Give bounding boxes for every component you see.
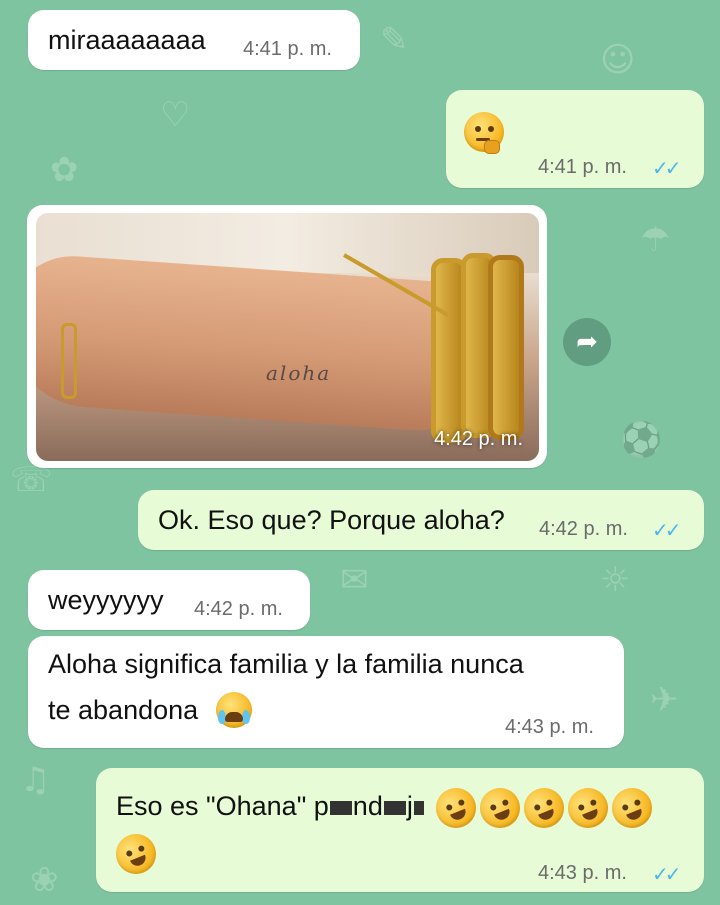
read-receipt-icon: ✓✓: [652, 862, 681, 886]
rolling-on-floor-laughing-icon: [109, 827, 163, 881]
read-receipt-icon: ✓✓: [652, 156, 681, 180]
rolling-on-floor-laughing-icon: [517, 781, 571, 835]
message-timestamp: 4:43 p. m.: [505, 716, 594, 738]
photo-wrist-tattoo[interactable]: aloha 4:42 p. m.: [36, 213, 539, 461]
message-timestamp: 4:42 p. m.: [194, 598, 283, 620]
censor-mark: [383, 800, 406, 815]
message-bubble-outgoing[interactable]: Eso es "Ohana" p nd j 4:43 p. m. ✓✓: [96, 768, 704, 892]
message-text: miraaaaaaaa: [48, 25, 206, 55]
message-timestamp: 4:43 p. m.: [538, 862, 627, 884]
rolling-on-floor-laughing-icon: [429, 781, 483, 835]
message-bubble-outgoing[interactable]: Ok. Eso que? Porque aloha? 4:42 p. m. ✓✓: [138, 490, 704, 550]
message-timestamp: 4:41 p. m.: [243, 38, 332, 60]
forward-icon[interactable]: ➦: [563, 318, 611, 366]
read-receipt-icon: ✓✓: [652, 518, 681, 542]
image-message-bubble[interactable]: aloha 4:42 p. m.: [27, 205, 547, 468]
message-text: Ok. Eso que? Porque aloha?: [158, 505, 505, 535]
message-bubble-incoming[interactable]: weyyyyyy 4:42 p. m.: [28, 570, 310, 630]
censor-mark: [413, 800, 424, 815]
message-text: weyyyyyy: [48, 585, 164, 615]
message-text-line-1: Aloha significa familia y la familia nun…: [48, 649, 524, 679]
message-bubble-outgoing[interactable]: 4:41 p. m. ✓✓: [446, 90, 704, 188]
message-text-line-2: te abandona: [48, 695, 199, 725]
message-timestamp: 4:42 p. m.: [539, 518, 628, 540]
message-text: Eso es "Ohana" p nd j: [116, 786, 425, 826]
message-bubble-incoming[interactable]: miraaaaaaaa 4:41 p. m.: [28, 10, 360, 70]
tattoo-text: aloha: [266, 361, 332, 385]
loudly-crying-face-icon: [216, 692, 252, 728]
rolling-on-floor-laughing-icon: [605, 781, 659, 835]
rolling-on-floor-laughing-icon: [473, 781, 527, 835]
rolling-on-floor-laughing-icon: [561, 781, 615, 835]
message-bubble-incoming[interactable]: Aloha significa familia y la familia nun…: [28, 636, 624, 748]
message-timestamp: 4:42 p. m.: [434, 428, 523, 450]
thinking-face-icon: [464, 112, 504, 154]
censor-mark: [329, 800, 352, 815]
message-timestamp: 4:41 p. m.: [538, 156, 627, 178]
